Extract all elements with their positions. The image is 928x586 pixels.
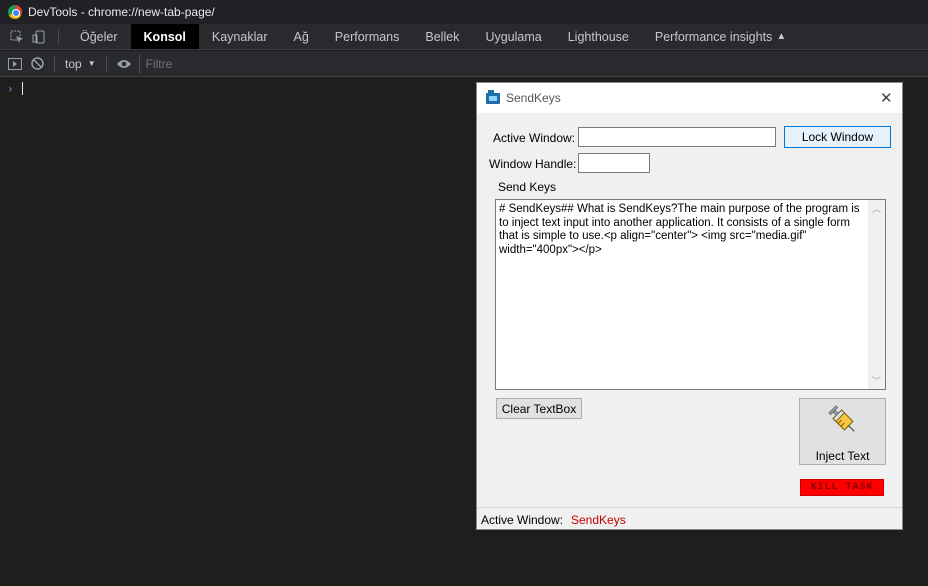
tab-memory[interactable]: Bellek	[412, 24, 472, 49]
sendkeys-app-icon	[486, 90, 500, 104]
tabbar-separator	[58, 29, 59, 44]
vertical-scrollbar[interactable]: ︿ ﹀	[868, 200, 885, 389]
close-icon[interactable]: ✕	[880, 89, 893, 107]
status-bar: Active Window: SendKeys	[477, 507, 902, 529]
lock-window-button[interactable]: Lock Window	[784, 126, 891, 148]
devtools-titlebar: DevTools - chrome://new-tab-page/	[0, 0, 928, 24]
window-handle-label: Window Handle:	[489, 157, 577, 171]
tab-sources[interactable]: Kaynaklar	[199, 24, 281, 49]
console-toolbar: top ▼	[0, 51, 928, 77]
chrome-logo-icon	[8, 5, 22, 19]
inspect-element-icon[interactable]	[6, 24, 28, 49]
tab-lighthouse[interactable]: Lighthouse	[555, 24, 642, 49]
active-window-label: Active Window:	[493, 131, 576, 145]
device-toolbar-icon[interactable]	[28, 24, 50, 49]
devtools-tabbar: Öğeler Konsol Kaynaklar Ağ Performans Be…	[0, 24, 928, 50]
caret-down-icon: ▼	[87, 59, 96, 68]
syringe-icon	[828, 405, 855, 432]
tab-console[interactable]: Konsol	[130, 24, 199, 49]
status-active-window-label: Active Window:	[481, 513, 564, 527]
send-keys-textbox[interactable]: # SendKeys## What is SendKeys?The main p…	[495, 199, 886, 390]
send-keys-label: Send Keys	[498, 180, 557, 194]
toolbar-separator	[54, 55, 55, 72]
live-expression-eye-icon[interactable]	[113, 58, 135, 70]
toolbar-separator	[105, 55, 107, 72]
console-prompt-icon: ›	[8, 82, 13, 96]
tab-network[interactable]: Ağ	[280, 24, 321, 49]
kill-task-button[interactable]: KILL TASK	[800, 479, 884, 496]
sidebar-toggle-icon[interactable]	[4, 57, 26, 70]
sendkeys-title: SendKeys	[506, 91, 561, 105]
sendkeys-window: SendKeys ✕ Active Window: Lock Window Wi…	[476, 82, 903, 530]
tab-elements[interactable]: Öğeler	[67, 24, 131, 49]
console-filter-input[interactable]	[138, 53, 899, 74]
tab-performance-insights[interactable]: Performance insights ▲	[642, 24, 799, 49]
context-selector[interactable]: top ▼	[61, 57, 100, 71]
send-keys-text: # SendKeys## What is SendKeys?The main p…	[499, 203, 860, 256]
inject-text-button[interactable]: Inject Text	[799, 398, 886, 465]
text-cursor	[22, 82, 23, 95]
clear-textbox-button[interactable]: Clear TextBox	[496, 398, 582, 419]
context-selector-label: top	[65, 56, 82, 71]
inject-text-label: Inject Text	[815, 449, 870, 463]
window-title: DevTools - chrome://new-tab-page/	[28, 5, 215, 19]
window-handle-field[interactable]	[578, 153, 650, 173]
scroll-down-icon[interactable]: ﹀	[868, 372, 885, 389]
sendkeys-titlebar[interactable]: SendKeys ✕	[477, 83, 902, 113]
tab-performance-insights-label: Performance insights	[654, 29, 773, 44]
status-active-window-value: SendKeys	[571, 513, 626, 527]
tab-performance[interactable]: Performans	[322, 24, 413, 49]
scroll-up-icon[interactable]: ︿	[868, 200, 885, 217]
experiment-flask-icon: ▲	[776, 31, 787, 42]
tab-application[interactable]: Uygulama	[472, 24, 554, 49]
clear-console-icon[interactable]	[26, 57, 48, 70]
active-window-field[interactable]	[578, 127, 776, 147]
